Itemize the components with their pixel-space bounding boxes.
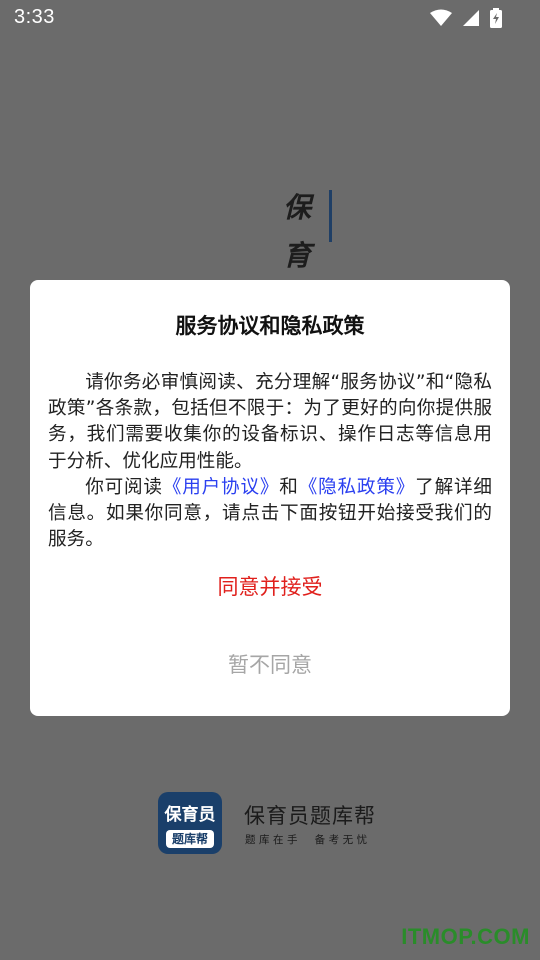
privacy-policy-link[interactable]: 《隐私政策》 xyxy=(299,477,415,498)
splash-divider xyxy=(329,190,332,242)
dialog-body: 请你务必审慎阅读、充分理解“服务协议”和“隐私政策”各条款，包括但不限于：为了更… xyxy=(48,370,492,553)
dialog-paragraph: 请你务必审慎阅读、充分理解“服务协议”和“隐私政策”各条款，包括但不限于：为了更… xyxy=(48,372,492,472)
privacy-dialog: 服务协议和隐私政策 请你务必审慎阅读、充分理解“服务协议”和“隐私政策”各条款，… xyxy=(30,280,510,716)
wifi-icon xyxy=(430,9,452,27)
paragraph-text: 你可阅读 xyxy=(85,476,163,498)
paragraph-text: 和 xyxy=(279,476,299,498)
brand-footer: 保育员 题库帮 保育员题库帮 题库在手 备考无忧 xyxy=(158,792,398,856)
splash-title-vertical: 保 育 xyxy=(283,186,343,278)
logo-text-bottom: 题库帮 xyxy=(166,830,214,848)
splash-char: 保 xyxy=(283,191,312,224)
watermark: ITMOP.COM xyxy=(401,924,530,949)
battery-charging-icon xyxy=(490,8,502,28)
splash-char: 育 xyxy=(283,239,312,272)
accept-button[interactable]: 同意并接受 xyxy=(30,570,510,604)
app-slogan: 题库在手 备考无忧 xyxy=(245,834,371,846)
logo-text-top: 保育员 xyxy=(164,805,216,825)
app-name: 保育员题库帮 xyxy=(244,804,376,828)
dialog-paragraph: 你可阅读《用户协议》和《隐私政策》了解详细信息。如果你同意，请点击下面按钮开始接… xyxy=(48,475,492,554)
dialog-title: 服务协议和隐私政策 xyxy=(175,314,365,338)
reject-button[interactable]: 暂不同意 xyxy=(30,648,510,682)
status-icons xyxy=(430,8,502,28)
cellular-signal-icon xyxy=(462,9,480,27)
status-bar: 3:33 xyxy=(0,0,540,38)
user-agreement-link[interactable]: 《用户协议》 xyxy=(163,477,279,498)
status-time: 3:33 xyxy=(14,6,55,28)
app-logo: 保育员 题库帮 xyxy=(158,792,222,854)
